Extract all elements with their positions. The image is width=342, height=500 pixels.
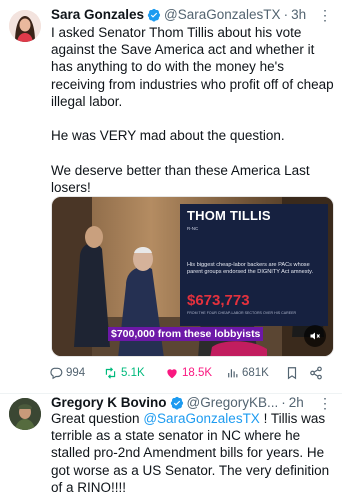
like-count: 18.5K	[182, 367, 213, 379]
author-name[interactable]: Sara Gonzales	[51, 5, 144, 25]
tweet-sara-gonzales[interactable]: Sara Gonzales @SaraGonzalesTX · 3h ⋮ I a…	[0, 0, 342, 394]
retweet-button[interactable]: 5.1K	[103, 364, 145, 382]
verified-badge-icon	[170, 396, 183, 410]
views-count: 681K	[242, 367, 269, 379]
author-handle[interactable]: @GregoryKB...	[187, 393, 279, 413]
tweet-header: Gregory K Bovino @GregoryKB... · 2h ⋮	[51, 393, 332, 413]
heart-icon	[167, 369, 177, 379]
author-handle[interactable]: @SaraGonzalesTX	[164, 5, 281, 25]
bookmark-button[interactable]	[285, 364, 302, 382]
card-body: His biggest cheap-labor backers are PACs…	[187, 262, 314, 275]
reply-button[interactable]: 994	[49, 364, 85, 382]
author-name[interactable]: Gregory K Bovino	[51, 393, 167, 413]
separator: ·	[281, 395, 286, 410]
tweet-text: I asked Senator Thom Tillis about his vo…	[51, 25, 334, 195]
retweet-count: 5.1K	[121, 367, 145, 379]
tweet-header: Sara Gonzales @SaraGonzalesTX · 3h ⋮	[51, 5, 332, 25]
timestamp[interactable]: 3h	[291, 5, 306, 25]
separator: ·	[283, 7, 289, 22]
mention-link[interactable]: @SaraGonzalesTX	[143, 411, 260, 426]
volume-muted-icon[interactable]	[304, 325, 326, 347]
views-icon	[228, 369, 238, 378]
text-before-mention: Great question	[51, 411, 144, 426]
share-button[interactable]	[309, 364, 326, 382]
verified-badge-icon	[147, 8, 161, 22]
card-footnote: FROM THE FOUR CHEAP-LABOR SECTORS OVER H…	[187, 311, 297, 315]
reply-icon	[50, 367, 63, 380]
retweet-icon	[105, 367, 116, 379]
video-caption: $700,000 from these lobbyists	[108, 327, 264, 341]
info-card: THOM TILLIS R-NC His biggest cheap-labor…	[180, 204, 328, 326]
avatar[interactable]	[9, 398, 41, 430]
like-button[interactable]: 18.5K	[165, 364, 212, 382]
tweet-video[interactable]: THOM TILLIS R-NC His biggest cheap-labor…	[51, 196, 334, 357]
card-subtitle: R-NC	[187, 226, 199, 231]
reply-count: 994	[66, 367, 86, 379]
avatar[interactable]	[9, 10, 41, 42]
card-amount: $673,773	[187, 292, 250, 309]
more-icon[interactable]: ⋮	[318, 393, 332, 413]
timestamp[interactable]: 2h	[289, 393, 304, 413]
views-button[interactable]: 681K	[226, 364, 269, 382]
tweet-text: Great question @SaraGonzalesTX ! Tillis …	[51, 410, 334, 496]
share-icon	[310, 366, 322, 380]
action-bar: 994 5.1K 18.5K 681K	[49, 364, 335, 382]
text-after-mention: ! Tillis was terrible as a state senator…	[51, 411, 330, 495]
card-title: THOM TILLIS	[187, 208, 271, 223]
bookmark-icon	[287, 367, 297, 380]
more-icon[interactable]: ⋮	[318, 5, 332, 25]
